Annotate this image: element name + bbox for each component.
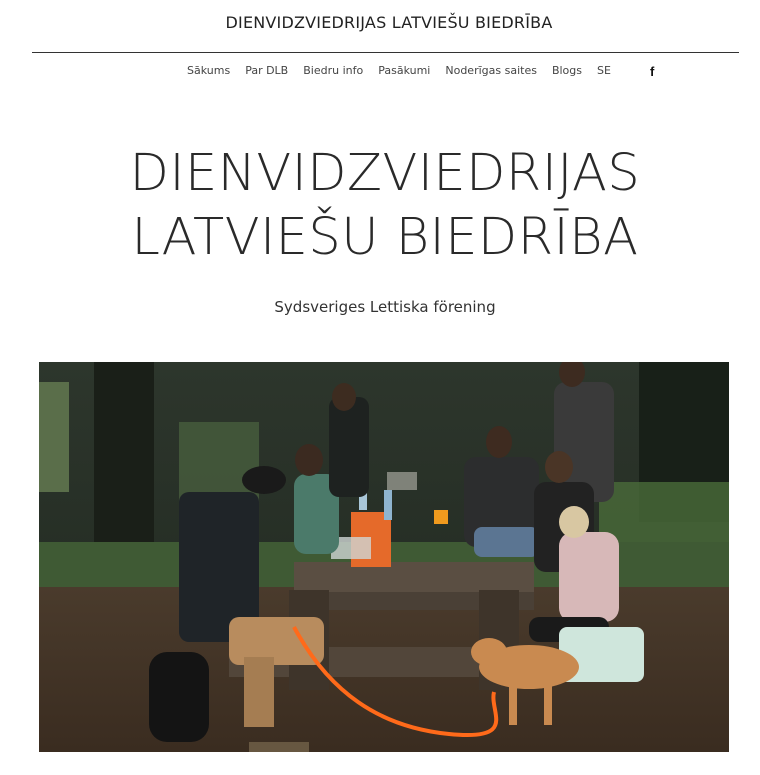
facebook-icon[interactable]: f — [650, 64, 654, 79]
header-divider — [32, 52, 739, 53]
picnic-photo-illustration — [39, 362, 729, 752]
hero-title-line-1: DIENVIDZVIEDRIJAS — [129, 144, 641, 203]
nav-item-biedru-info[interactable]: Biedru info — [303, 64, 363, 77]
nav-item-blogs[interactable]: Blogs — [552, 64, 582, 77]
nav-item-language-se[interactable]: SE — [597, 64, 611, 77]
nav-item-noderigas-saites[interactable]: Noderīgas saites — [445, 64, 537, 77]
hero-title: DIENVIDZVIEDRIJAS LATVIEŠU BIEDRĪBA — [0, 142, 760, 270]
site-title[interactable]: DIENVIDZVIEDRIJAS LATVIEŠU BIEDRĪBA — [0, 13, 760, 32]
nav-item-sakums[interactable]: Sākums — [187, 64, 230, 77]
hero-photo-picnic — [39, 362, 729, 752]
main-navigation: Sākums Par DLB Biedru info Pasākumi Node… — [187, 64, 626, 77]
nav-item-pasakumi[interactable]: Pasākumi — [378, 64, 430, 77]
hero-subtitle: Sydsveriges Lettiska förening — [274, 298, 496, 316]
hero-title-line-2: LATVIEŠU BIEDRĪBA — [131, 208, 639, 267]
nav-item-par-dlb[interactable]: Par DLB — [245, 64, 288, 77]
